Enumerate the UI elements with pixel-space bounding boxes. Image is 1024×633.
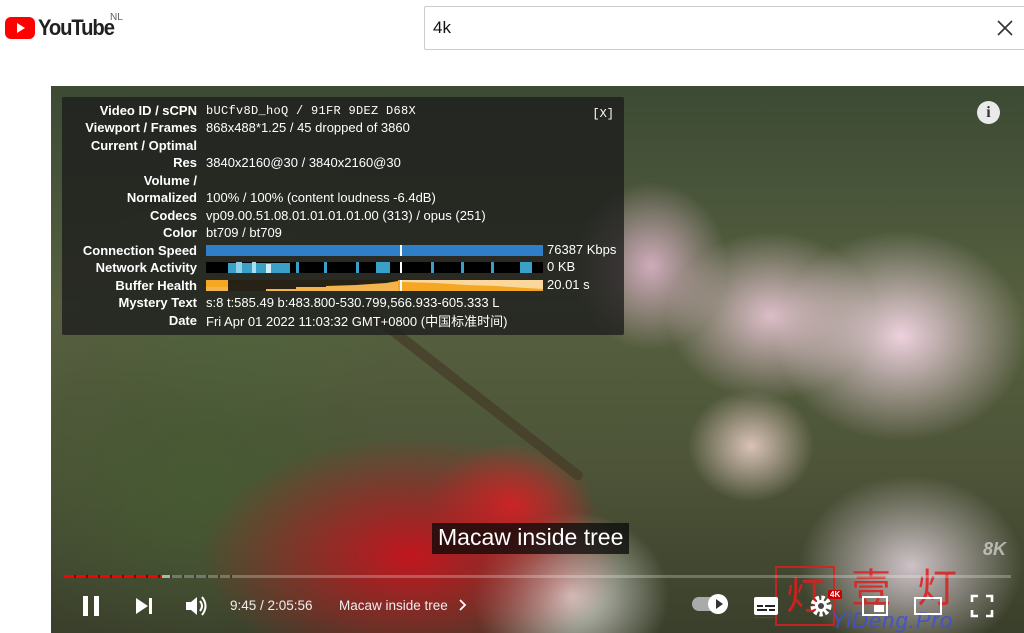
stat-value: 3840x2160@30 / 3840x2160@30	[206, 155, 401, 170]
buffer-health-graph	[206, 280, 543, 291]
next-icon[interactable]	[133, 595, 155, 617]
stats-for-nerds-panel: [X] Video ID / sCPN bUCfv8D_hoQ / 91FR 9…	[62, 97, 624, 335]
chapter-marker	[218, 575, 220, 578]
miniplayer-icon[interactable]	[861, 594, 889, 618]
stat-row-connection-speed: Connection Speed	[62, 242, 197, 259]
stat-value: vp09.00.51.08.01.01.01.01.00 (313) / opu…	[206, 208, 486, 223]
stats-close-button[interactable]: [X]	[592, 107, 614, 121]
chapter-marker	[74, 575, 76, 578]
stat-row-volume: Volume /	[62, 172, 206, 189]
clear-icon[interactable]	[994, 17, 1016, 39]
stat-label: Mystery Text	[118, 295, 197, 310]
logo-text: YouTube	[38, 15, 115, 40]
chapter-marker	[158, 575, 160, 578]
stat-value: bUCfv8D_hoQ / 91FR 9DEZ D68X	[206, 103, 417, 118]
stat-value: s:8 t:585.49 b:483.800-530.799,566.933-6…	[206, 295, 500, 310]
resolution-watermark: 8K	[982, 539, 1006, 559]
search-input[interactable]	[425, 18, 965, 38]
fullscreen-icon[interactable]	[969, 593, 995, 619]
chevron-right-icon	[458, 599, 466, 611]
chapter-marker	[86, 575, 88, 578]
stat-row-current-optimal: Current / Optimal	[62, 137, 206, 154]
autoplay-toggle[interactable]	[692, 594, 728, 614]
chapter-title-text: Macaw inside tree	[339, 598, 448, 613]
stat-label: Network Activity	[95, 260, 197, 275]
stat-label: Normalized	[126, 190, 197, 205]
connection-speed-value: 76387 Kbps	[547, 242, 617, 257]
subtitle-caption: Macaw inside tree	[432, 523, 630, 554]
stat-label: Connection Speed	[82, 243, 197, 258]
stat-label: Buffer Health	[115, 278, 197, 293]
stat-row-mystery-text: Mystery Text s:8 t:585.49 b:483.800-530.…	[62, 294, 499, 311]
volume-icon[interactable]	[184, 594, 210, 618]
youtube-logo[interactable]: YouTube	[5, 15, 120, 41]
chapter-marker	[98, 575, 100, 578]
stat-row-viewport: Viewport / Frames 868x488*1.25 / 45 drop…	[62, 119, 410, 136]
search-box	[424, 6, 1024, 50]
chapter-marker	[230, 575, 232, 578]
stat-label: Current / Optimal	[90, 138, 197, 153]
stat-label: Volume /	[143, 173, 197, 188]
info-icon[interactable]: i	[977, 101, 1000, 124]
network-activity-graph	[206, 262, 543, 273]
stat-row-buffer-health: Buffer Health	[62, 277, 197, 294]
stat-label: Video ID / sCPN	[99, 103, 197, 118]
quality-badge: 4K	[828, 590, 843, 599]
stat-label: Res	[173, 155, 197, 170]
stat-row-normalized: Normalized 100% / 100% (content loudness…	[62, 189, 436, 206]
chapter-marker	[146, 575, 148, 578]
chapter-title[interactable]: Macaw inside tree	[339, 598, 468, 613]
chapter-marker	[134, 575, 136, 578]
chapter-marker	[110, 575, 112, 578]
country-code: NL	[110, 12, 123, 23]
stat-label: Viewport / Frames	[85, 120, 197, 135]
youtube-logo-icon	[5, 17, 35, 39]
pause-icon[interactable]	[79, 594, 103, 618]
stat-row-date: Date Fri Apr 01 2022 11:03:32 GMT+0800 (…	[62, 312, 508, 329]
stat-label: Color	[163, 225, 197, 240]
chapter-marker	[206, 575, 208, 578]
progress-bar[interactable]	[64, 575, 1011, 578]
stat-row-video-id: Video ID / sCPN bUCfv8D_hoQ / 91FR 9DEZ …	[62, 102, 416, 119]
chapter-marker	[122, 575, 124, 578]
stat-value: 868x488*1.25 / 45 dropped of 3860	[206, 120, 410, 135]
stat-value: Fri Apr 01 2022 11:03:32 GMT+0800 (中国标准时…	[206, 314, 508, 329]
masthead: YouTube NL	[0, 0, 1024, 86]
stat-label: Codecs	[150, 208, 197, 223]
video-player[interactable]: [X] Video ID / sCPN bUCfv8D_hoQ / 91FR 9…	[51, 86, 1024, 633]
chapter-marker	[170, 575, 172, 578]
stat-value: 100% / 100% (content loudness -6.4dB)	[206, 190, 436, 205]
buffer-health-value: 20.01 s	[547, 277, 590, 292]
stat-value: bt709 / bt709	[206, 225, 282, 240]
autoplay-knob	[708, 594, 728, 614]
stat-row-network-activity: Network Activity	[62, 259, 197, 276]
stat-label: Date	[168, 313, 197, 328]
chapter-marker	[194, 575, 196, 578]
connection-speed-graph	[206, 245, 543, 256]
theater-icon[interactable]	[913, 594, 943, 618]
stat-row-color: Color bt709 / bt709	[62, 224, 282, 241]
stat-row-codecs: Codecs vp09.00.51.08.01.01.01.01.00 (313…	[62, 207, 486, 224]
network-activity-value: 0 KB	[547, 259, 576, 274]
chapter-marker	[182, 575, 184, 578]
time-display: 9:45 / 2:05:56	[230, 598, 313, 613]
player-controls: 9:45 / 2:05:56 Macaw inside tree 4K	[51, 586, 1024, 626]
stat-row-res: Res 3840x2160@30 / 3840x2160@30	[62, 154, 401, 171]
subtitles-icon[interactable]	[753, 594, 779, 618]
